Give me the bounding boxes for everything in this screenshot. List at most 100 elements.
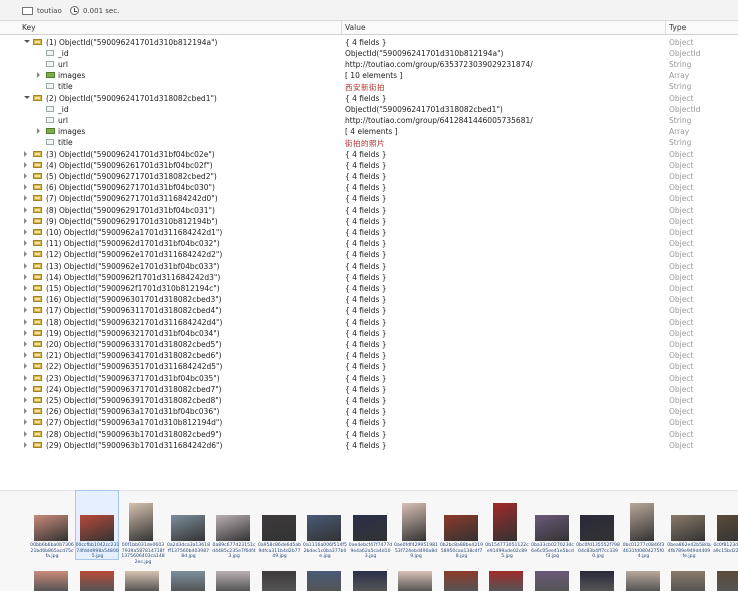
image-thumbnail[interactable]: 00bb6b6ba0b730621bd6b865acd75cfa.jpg bbox=[30, 491, 72, 559]
image-thumbnail[interactable]: 00f1bb031de06037939a587814718f1375606403… bbox=[121, 491, 163, 559]
image-thumbnail[interactable]: 0ae4ebcf47f7477d9e4a62a5ca4d103.jpg bbox=[349, 491, 391, 559]
table-row[interactable]: _idObjectId("590096241701d318082cbed1")O… bbox=[0, 104, 738, 115]
collapse-arrow-icon[interactable] bbox=[24, 431, 27, 437]
table-row[interactable]: (20) ObjectId("590096331701d318082cbed5"… bbox=[0, 339, 738, 350]
collapse-arrow-icon[interactable] bbox=[37, 72, 40, 78]
collapse-arrow-icon[interactable] bbox=[37, 128, 40, 134]
table-row[interactable]: (26) ObjectId("5900963a1701d31bf04bc036"… bbox=[0, 406, 738, 417]
image-thumbnail-partial[interactable] bbox=[216, 571, 250, 591]
image-thumbnail-partial[interactable] bbox=[125, 571, 159, 591]
collapse-arrow-icon[interactable] bbox=[24, 229, 27, 235]
collapse-arrow-icon[interactable] bbox=[24, 419, 27, 425]
table-row[interactable]: (15) ObjectId("5900962f1701d310b812194c"… bbox=[0, 283, 738, 294]
image-thumbnail-partial[interactable] bbox=[717, 571, 738, 591]
table-row[interactable]: urlhttp://toutiao.com/group/635372303902… bbox=[0, 59, 738, 70]
image-thumbnail[interactable]: 0b2bc8a88be421958950caa138c4f78.jpg bbox=[440, 491, 482, 559]
collapse-arrow-icon[interactable] bbox=[24, 386, 27, 392]
image-thumbnail-partial[interactable] bbox=[671, 571, 705, 591]
table-row[interactable]: (11) ObjectId("5900962d1701d31bf04bc032"… bbox=[0, 238, 738, 249]
table-row[interactable]: urlhttp://toutiao.com/group/641284144600… bbox=[0, 115, 738, 126]
collapse-arrow-icon[interactable] bbox=[24, 162, 27, 168]
image-thumbnail[interactable]: 0a958c86de6d5ab9dfca311b4d2b7749.jpg bbox=[258, 491, 300, 559]
table-row[interactable]: (4) ObjectId("590096261701d31bf04bc02f")… bbox=[0, 160, 738, 171]
column-value[interactable]: Value bbox=[345, 23, 366, 32]
table-row[interactable]: (8) ObjectId("590096291701d31bf04bc031")… bbox=[0, 205, 738, 216]
table-row[interactable]: (6) ObjectId("590096271701d31bf04bc030")… bbox=[0, 182, 738, 193]
table-row[interactable]: (21) ObjectId("590096341701d318082cbed6"… bbox=[0, 350, 738, 361]
table-row[interactable]: (29) ObjectId("5900963b1701d311684242d6"… bbox=[0, 440, 738, 451]
collapse-arrow-icon[interactable] bbox=[24, 285, 27, 291]
table-row[interactable]: (13) ObjectId("5900962e1701d31bf04bc033"… bbox=[0, 261, 738, 272]
image-thumbnail-partial[interactable] bbox=[580, 571, 614, 591]
table-row[interactable]: (5) ObjectId("590096271701d318082cbed2")… bbox=[0, 171, 738, 182]
image-thumbnail-partial[interactable] bbox=[34, 571, 68, 591]
image-thumbnail[interactable]: 00ccfbb1042cc23174fddd998a548005.jpg bbox=[76, 491, 118, 559]
table-row[interactable]: (19) ObjectId("590096321701d31bf04bc034"… bbox=[0, 328, 738, 339]
table-row[interactable]: (23) ObjectId("590096371701d31bf04bc035"… bbox=[0, 373, 738, 384]
table-row[interactable]: (25) ObjectId("590096391701d318082cbed8"… bbox=[0, 395, 738, 406]
collapse-arrow-icon[interactable] bbox=[24, 251, 27, 257]
collapse-arrow-icon[interactable] bbox=[24, 330, 27, 336]
image-thumbnail-partial[interactable] bbox=[353, 571, 387, 591]
column-key[interactable]: Key bbox=[22, 23, 36, 32]
table-row[interactable]: (14) ObjectId("5900962f1701d311684242d3"… bbox=[0, 272, 738, 283]
collapse-arrow-icon[interactable] bbox=[24, 151, 27, 157]
image-thumbnail-partial[interactable] bbox=[489, 571, 523, 591]
collapse-arrow-icon[interactable] bbox=[24, 184, 27, 190]
table-row[interactable]: images[ 4 elements ]Array bbox=[0, 126, 738, 137]
image-thumbnail[interactable]: 0a2d3dca3a13618ff137560b4039878d.jpg bbox=[167, 491, 209, 559]
collapse-arrow-icon[interactable] bbox=[24, 240, 27, 246]
column-type[interactable]: Type bbox=[669, 23, 686, 32]
table-row[interactable]: (12) ObjectId("5900962e1701d311684242d2"… bbox=[0, 249, 738, 260]
collapse-arrow-icon[interactable] bbox=[24, 352, 27, 358]
table-row[interactable]: title街拍的照片String bbox=[0, 137, 738, 148]
collection-name[interactable]: toutiao bbox=[37, 7, 62, 15]
table-row[interactable]: (18) ObjectId("590096321701d311684242d4"… bbox=[0, 317, 738, 328]
image-thumbnail-partial[interactable] bbox=[171, 571, 205, 591]
collapse-arrow-icon[interactable] bbox=[24, 397, 27, 403]
image-thumbnail-partial[interactable] bbox=[444, 571, 478, 591]
table-row[interactable]: (2) ObjectId("590096241701d318082cbed1")… bbox=[0, 93, 738, 104]
table-row[interactable]: (7) ObjectId("590096271701d311684242d0")… bbox=[0, 193, 738, 204]
collapse-arrow-icon[interactable] bbox=[24, 207, 27, 213]
image-thumbnail[interactable]: 0c0f8123d14a231a9c15bd223b2.jpg bbox=[713, 491, 738, 559]
table-row[interactable]: (9) ObjectId("590096291701d310b812194b")… bbox=[0, 216, 738, 227]
image-thumbnail[interactable]: 0bc01277c0846f34631fd0804275f04.jpg bbox=[622, 491, 664, 559]
collapse-arrow-icon[interactable] bbox=[24, 195, 27, 201]
column-divider[interactable] bbox=[341, 21, 342, 34]
image-thumbnail-partial[interactable] bbox=[307, 571, 341, 591]
collapse-arrow-icon[interactable] bbox=[24, 341, 27, 347]
collapse-arrow-icon[interactable] bbox=[24, 296, 27, 302]
collapse-arrow-icon[interactable] bbox=[24, 218, 27, 224]
collapse-arrow-icon[interactable] bbox=[24, 408, 27, 414]
table-row[interactable]: (1) ObjectId("590096241701d310b812194a")… bbox=[0, 37, 738, 48]
collapse-arrow-icon[interactable] bbox=[24, 263, 27, 269]
table-row[interactable]: (3) ObjectId("590096241701d31bf04bc02e")… bbox=[0, 149, 738, 160]
image-thumbnail[interactable]: 0b154773051122ce91499ade02c895.jpg bbox=[485, 491, 527, 559]
table-row[interactable]: (28) ObjectId("5900963b1701d318082cbed9"… bbox=[0, 429, 738, 440]
image-thumbnail-partial[interactable] bbox=[398, 571, 432, 591]
expand-arrow-icon[interactable] bbox=[24, 40, 30, 43]
collapse-arrow-icon[interactable] bbox=[24, 319, 27, 325]
image-thumbnail[interactable]: 0bea862e42b58da4fb789e949d4409fe.jpg bbox=[667, 491, 709, 559]
expand-arrow-icon[interactable] bbox=[24, 96, 30, 99]
image-thumbnail-partial[interactable] bbox=[80, 571, 114, 591]
image-thumbnail-partial[interactable] bbox=[535, 571, 569, 591]
collapse-arrow-icon[interactable] bbox=[24, 363, 27, 369]
table-row[interactable]: _idObjectId("590096241701d310b812194a")O… bbox=[0, 48, 738, 59]
table-row[interactable]: title西安新街拍String bbox=[0, 81, 738, 92]
image-thumbnail[interactable]: 0a1116a006f514f52bdec1c0ba377b0e.jpg bbox=[303, 491, 345, 559]
image-thumbnail[interactable]: 0a89c677d23151cd4485c235e7f6df43.jpg bbox=[212, 491, 254, 559]
table-row[interactable]: (27) ObjectId("5900963a1701d310b812194d"… bbox=[0, 417, 738, 428]
collapse-arrow-icon[interactable] bbox=[24, 442, 27, 448]
collapse-arrow-icon[interactable] bbox=[24, 274, 27, 280]
table-row[interactable]: (24) ObjectId("590096371701d318082cbed7"… bbox=[0, 384, 738, 395]
collapse-arrow-icon[interactable] bbox=[24, 173, 27, 179]
collapse-arrow-icon[interactable] bbox=[24, 307, 27, 313]
image-thumbnail[interactable]: 0ba33cb027023dc6e6c05ee41e5bcdf3.jpg bbox=[531, 491, 573, 559]
collapse-arrow-icon[interactable] bbox=[24, 375, 27, 381]
image-thumbnail[interactable]: 0bc0fd135552f79804c83b4ff7cc3390.jpg bbox=[576, 491, 618, 559]
table-row[interactable]: images[ 10 elements ]Array bbox=[0, 70, 738, 81]
table-row[interactable]: (16) ObjectId("590096301701d318082cbed3"… bbox=[0, 294, 738, 305]
table-row[interactable]: (17) ObjectId("590096311701d318082cbed4"… bbox=[0, 305, 738, 316]
